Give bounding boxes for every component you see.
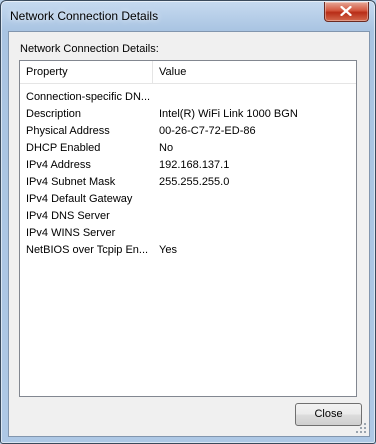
value-cell: 192.168.137.1 <box>159 159 230 171</box>
dialog-body: Network Connection Details: Property Val… <box>8 31 370 437</box>
list-rows: Connection-specific DN... Description Inte… <box>20 89 356 259</box>
table-row[interactable]: IPv4 Default Gateway <box>20 191 356 208</box>
value-cell: 00-26-C7-72-ED-86 <box>159 125 256 137</box>
value-cell: Yes <box>159 244 177 256</box>
list-header: Property Value <box>20 61 356 84</box>
table-row[interactable]: IPv4 DNS Server <box>20 208 356 225</box>
property-cell: IPv4 Subnet Mask <box>26 176 116 188</box>
close-icon <box>340 6 352 16</box>
close-button[interactable]: Close <box>295 403 362 426</box>
table-row[interactable]: IPv4 Address 192.168.137.1 <box>20 157 356 174</box>
dialog-window: Network Connection Details Network Conne… <box>0 0 376 444</box>
property-cell: NetBIOS over Tcpip En... <box>26 244 149 256</box>
property-cell: Connection-specific DN... <box>26 91 151 103</box>
table-row[interactable]: Physical Address 00-26-C7-72-ED-86 <box>20 123 356 140</box>
property-cell: Physical Address <box>26 125 110 137</box>
property-cell: IPv4 WINS Server <box>26 227 116 239</box>
resize-grip-icon[interactable] <box>355 422 367 434</box>
table-row[interactable]: Connection-specific DN... <box>20 89 356 106</box>
property-cell: IPv4 Address <box>26 159 91 171</box>
window-close-button[interactable] <box>324 2 369 22</box>
window-title: Network Connection Details <box>10 9 159 23</box>
property-cell: DHCP Enabled <box>26 142 101 154</box>
property-cell: IPv4 DNS Server <box>26 210 110 222</box>
property-cell: Description <box>26 108 82 120</box>
table-row[interactable]: Description Intel(R) WiFi Link 1000 BGN <box>20 106 356 123</box>
value-cell: Intel(R) WiFi Link 1000 BGN <box>159 108 298 120</box>
value-cell: 255.255.255.0 <box>159 176 230 188</box>
details-list[interactable]: Property Value Connection-specific DN...… <box>19 60 357 397</box>
title-bar[interactable]: Network Connection Details <box>1 1 375 31</box>
table-row[interactable]: NetBIOS over Tcpip En... Yes <box>20 242 356 259</box>
table-row[interactable]: IPv4 Subnet Mask 255.255.255.0 <box>20 174 356 191</box>
value-cell: No <box>159 142 174 154</box>
table-row[interactable]: DHCP Enabled No <box>20 140 356 157</box>
details-label: Network Connection Details: <box>20 43 159 55</box>
column-header-property[interactable]: Property <box>20 61 152 83</box>
property-cell: IPv4 Default Gateway <box>26 193 133 205</box>
column-header-value[interactable]: Value <box>152 61 356 83</box>
table-row[interactable]: IPv4 WINS Server <box>20 225 356 242</box>
